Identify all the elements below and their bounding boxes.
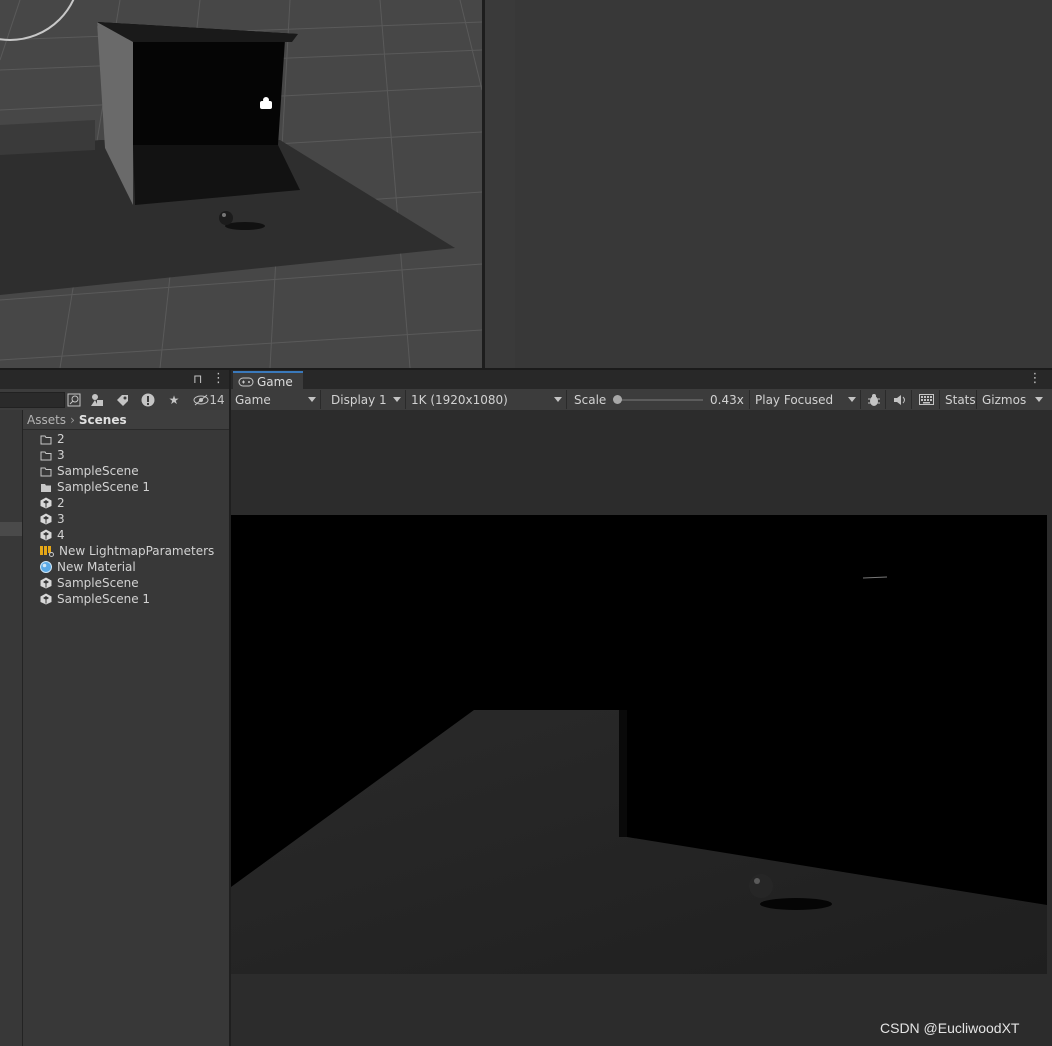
- project-tab-bar: ⊓ ⋮: [0, 370, 229, 389]
- asset-label: 2: [57, 432, 65, 446]
- dropdown-arrow-icon: [1035, 397, 1043, 402]
- watermark: CSDN @EucliwoodXT: [880, 1020, 1020, 1036]
- filter-by-label-icon[interactable]: [110, 389, 134, 410]
- unity-scene-icon: [40, 513, 52, 525]
- frame-debugger-button[interactable]: [862, 390, 886, 409]
- kebab-menu-icon[interactable]: ⋮: [1028, 371, 1042, 387]
- console-warning-icon[interactable]: [136, 389, 160, 410]
- inspector-panel-empty: [515, 0, 1052, 368]
- asset-label: 3: [57, 512, 65, 526]
- unity-scene-icon: [40, 497, 52, 509]
- scale-value: 0.43x: [710, 392, 744, 407]
- scene-view[interactable]: [0, 0, 482, 368]
- chevron-right-icon: ›: [70, 412, 75, 427]
- unity-scene-icon: [40, 593, 52, 605]
- asset-label: New Material: [57, 560, 136, 574]
- scale-control: Scale 0.43x: [570, 390, 750, 409]
- game-view-render[interactable]: [231, 515, 1047, 974]
- unity-scene-icon: [40, 529, 52, 541]
- stats-button[interactable]: Stats: [941, 390, 977, 409]
- asset-label: 3: [57, 448, 65, 462]
- list-item[interactable]: SampleScene: [23, 575, 229, 591]
- mute-audio-button[interactable]: [887, 390, 912, 409]
- eye-hidden-icon: [193, 394, 209, 405]
- dropdown-arrow-icon: [393, 397, 401, 402]
- gizmos-dropdown[interactable]: Gizmos: [978, 390, 1047, 409]
- search-by-type-icon[interactable]: [62, 389, 86, 410]
- game-tab-bar: [231, 370, 1052, 389]
- lightmap-parameters-icon: [40, 545, 54, 557]
- folder-outline-icon: [40, 433, 52, 445]
- scale-slider-thumb[interactable]: [613, 395, 622, 404]
- list-item[interactable]: SampleScene: [23, 463, 229, 479]
- breadcrumb-assets[interactable]: Assets: [27, 413, 66, 427]
- folder-outline-icon: [40, 465, 52, 477]
- folder-tree-selection[interactable]: [0, 522, 22, 536]
- lock-icon[interactable]: ⊓: [193, 372, 202, 386]
- resolution-dropdown[interactable]: 1K (1920x1080): [407, 390, 567, 409]
- side-strip: [485, 0, 515, 368]
- asset-label: New LightmapParameters: [59, 544, 215, 558]
- asset-label: SampleScene: [57, 464, 139, 478]
- list-item[interactable]: 3: [23, 447, 229, 463]
- asset-label: SampleScene: [57, 576, 139, 590]
- tab-game-label: Game: [257, 374, 293, 389]
- list-item[interactable]: New LightmapParameters: [23, 543, 229, 559]
- favorite-star-icon[interactable]: ★: [162, 389, 186, 410]
- folder-outline-icon: [40, 449, 52, 461]
- dropdown-arrow-icon: [308, 397, 316, 402]
- asset-label: 2: [57, 496, 65, 510]
- material-sphere-icon: [40, 561, 52, 573]
- play-mode-dropdown[interactable]: Play Focused: [751, 390, 861, 409]
- bug-icon: [868, 393, 880, 406]
- list-item[interactable]: 3: [23, 511, 229, 527]
- dropdown-arrow-icon: [848, 397, 856, 402]
- asset-label: SampleScene 1: [57, 592, 151, 606]
- scale-label: Scale: [574, 392, 607, 407]
- scene-viewport-render: [0, 0, 482, 368]
- asset-label: SampleScene 1: [57, 480, 151, 494]
- speaker-icon: [894, 394, 905, 405]
- breadcrumb-scenes[interactable]: Scenes: [79, 413, 127, 427]
- project-folder-tree[interactable]: [0, 410, 23, 1046]
- list-item[interactable]: SampleScene 1: [23, 479, 229, 495]
- folder-filled-icon: [40, 481, 52, 493]
- hidden-packages-count: 14: [209, 392, 225, 407]
- asset-label: 4: [57, 528, 65, 542]
- shortcuts-button[interactable]: [913, 390, 940, 409]
- list-item[interactable]: SampleScene 1: [23, 591, 229, 607]
- tab-game[interactable]: Game: [233, 371, 303, 390]
- dropdown-arrow-icon: [554, 397, 562, 402]
- resolution-value: 1K (1920x1080): [411, 392, 508, 407]
- view-mode-dropdown[interactable]: Game: [231, 390, 321, 409]
- gamepad-icon: [238, 377, 254, 386]
- display-value: Display 1: [331, 392, 387, 407]
- view-mode-value: Game: [235, 392, 271, 407]
- stats-label: Stats: [945, 392, 976, 407]
- kebab-menu-icon[interactable]: ⋮: [212, 371, 225, 386]
- scale-slider-track[interactable]: [617, 399, 703, 401]
- list-item[interactable]: 4: [23, 527, 229, 543]
- list-item[interactable]: 2: [23, 495, 229, 511]
- gizmos-label: Gizmos: [982, 392, 1027, 407]
- asset-list: 2 3 SampleScene SampleScene 1 2 3 4 New …: [23, 431, 229, 607]
- play-mode-value: Play Focused: [755, 392, 834, 407]
- breadcrumb: Assets › Scenes: [23, 410, 229, 430]
- hidden-packages-button[interactable]: 14: [190, 389, 228, 410]
- unity-scene-icon: [40, 577, 52, 589]
- list-item[interactable]: New Material: [23, 559, 229, 575]
- display-dropdown[interactable]: Display 1: [327, 390, 406, 409]
- project-search-input[interactable]: [0, 392, 65, 408]
- keyboard-icon: [919, 394, 934, 405]
- game-render-image: [231, 576, 1047, 974]
- list-item[interactable]: 2: [23, 431, 229, 447]
- filter-by-type-icon[interactable]: [85, 389, 109, 410]
